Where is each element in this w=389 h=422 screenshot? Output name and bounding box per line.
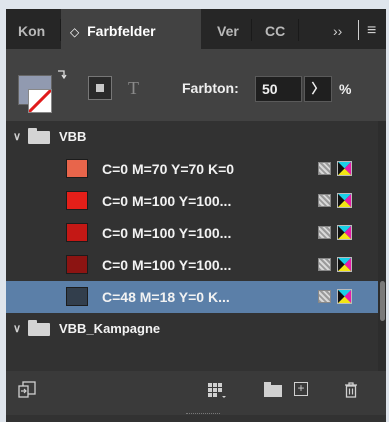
swatch-row[interactable]: C=0 M=100 Y=100... [6,217,378,249]
tab-divider [251,19,252,41]
process-color-icon [318,258,331,271]
tint-input[interactable]: 50 [255,76,302,102]
cmyk-mode-icon [337,289,352,304]
new-swatch-icon[interactable]: + [294,382,308,396]
process-color-icon [318,194,331,207]
tab-farbfelder-label: Farbfelder [87,23,156,39]
none-slash-icon [29,90,51,112]
cmyk-mode-icon [337,257,352,272]
swatch-row[interactable]: C=0 M=100 Y=100... [6,185,378,217]
import-swatches-icon[interactable] [18,381,36,405]
tint-dropdown-arrow-icon[interactable]: 〉 [304,76,332,102]
scrollbar-track[interactable] [378,121,386,377]
stroke-swatch[interactable] [28,89,52,113]
swatch-toolbar: T Farbton: 50 〉 % [6,49,386,121]
tab-ver[interactable]: Ver [217,9,251,49]
swatch-color-chip [66,159,88,178]
swatch-group-label: VBB_Kampagne [59,321,161,336]
swatches-panel: Kon ◇ Farbfelder Ver CC ›› ≡ T Farbton: … [6,9,386,422]
swatch-row-selected[interactable]: C=48 M=18 Y=0 K... [6,281,378,313]
tint-unit: % [339,81,352,97]
swatch-color-chip [66,223,88,242]
cmyk-mode-icon [337,161,352,176]
swatch-group-vbb-kampagne[interactable]: ∨ VBB_Kampagne [6,313,378,345]
panel-menu-icon[interactable]: ≡ [367,9,376,49]
swatch-label: C=0 M=70 Y=70 K=0 [102,161,235,177]
panel-bottom-bar: + [6,371,386,415]
tab-divider [298,19,299,41]
swatch-row[interactable]: C=0 M=100 Y=100... [6,249,378,281]
swatch-color-chip [66,287,88,306]
tab-farbfelder[interactable]: ◇ Farbfelder [61,9,201,49]
cmyk-mode-icon [337,225,352,240]
swatch-group-label: VBB [59,129,87,144]
swatch-label: C=0 M=100 Y=100... [102,193,232,209]
trash-icon[interactable] [343,381,359,405]
tint-label: Farbton: [182,80,239,96]
folder-icon [28,128,50,144]
cmyk-mode-icon [337,193,352,208]
tab-diamond-icon: ◇ [70,25,80,39]
color-group-icon[interactable] [207,381,227,405]
resize-grip[interactable] [186,413,220,416]
chevron-down-icon[interactable]: ∨ [13,121,21,153]
overflow-chevron-icon[interactable]: ›› [333,9,342,49]
formatting-text-icon[interactable]: T [128,76,139,100]
process-color-icon [318,290,331,303]
chevron-down-icon[interactable]: ∨ [13,313,21,345]
menu-divider [358,20,359,40]
tab-kon[interactable]: Kon [18,9,60,49]
swatch-label: C=0 M=100 Y=100... [102,225,232,241]
swatch-color-chip [66,191,88,210]
panel-tab-bar: Kon ◇ Farbfelder Ver CC ›› ≡ [6,9,386,49]
folder-icon [28,320,50,336]
formatting-container-button[interactable] [88,76,112,100]
swatch-list: ∨ VBB C=0 M=70 Y=70 K=0 C=0 M=100 Y=100.… [6,121,386,377]
tab-cc[interactable]: CC [265,9,295,49]
process-color-icon [318,226,331,239]
swatch-group-vbb[interactable]: ∨ VBB [6,121,378,153]
new-folder-icon[interactable] [264,382,282,397]
scrollbar-thumb[interactable] [380,281,385,321]
swap-fill-stroke-icon[interactable] [57,69,67,80]
process-color-icon [318,162,331,175]
swatch-label: C=48 M=18 Y=0 K... [102,289,230,305]
swatch-color-chip [66,255,88,274]
swatch-label: C=0 M=100 Y=100... [102,257,232,273]
swatch-row[interactable]: C=0 M=70 Y=70 K=0 [6,153,378,185]
